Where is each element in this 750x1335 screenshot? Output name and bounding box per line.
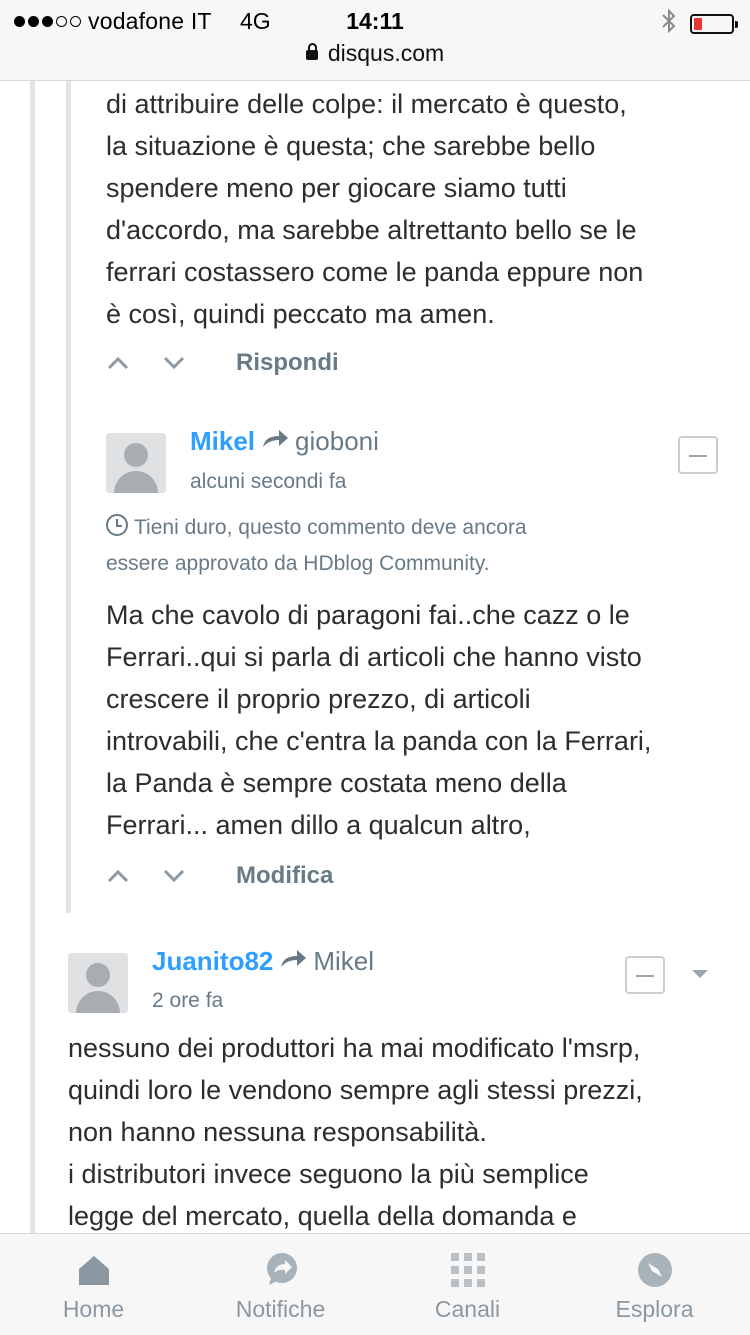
downvote-button[interactable] xyxy=(152,348,196,378)
tab-notifications[interactable]: Notifiche xyxy=(187,1234,374,1335)
upvote-button[interactable] xyxy=(96,348,140,378)
status-row: vodafone IT 4G 14:11 xyxy=(0,6,750,36)
tab-label: Canali xyxy=(434,1296,501,1322)
battery-level xyxy=(694,18,702,30)
tab-label: Home xyxy=(62,1296,125,1322)
compass-icon xyxy=(637,1252,673,1288)
tab-bar: Home Notifiche Canali Esplora xyxy=(0,1233,750,1335)
comment-author-juanito: Juanito82 Mikel xyxy=(152,946,374,977)
reply-link[interactable]: Rispondi xyxy=(236,349,339,377)
tab-explore[interactable]: Esplora xyxy=(561,1234,748,1335)
tab-label: Esplora xyxy=(615,1296,694,1322)
tab-channels[interactable]: Canali xyxy=(374,1234,561,1335)
collapse-button[interactable] xyxy=(625,956,665,994)
comment-text-mikel: Ma che cavolo di paragoni fai..che cazz … xyxy=(106,600,652,840)
comment-menu-chevron-down-icon[interactable] xyxy=(692,970,708,978)
comment-time[interactable]: alcuni secondi fa xyxy=(190,470,346,494)
edit-link[interactable]: Modifica xyxy=(236,862,333,890)
comment-actions-prev: Rispondi xyxy=(96,348,339,378)
comment-actions-mikel: Modifica xyxy=(96,861,333,891)
clock-icon xyxy=(106,514,128,536)
url-text: disqus.com xyxy=(327,40,445,66)
channels-grid-icon xyxy=(450,1252,486,1288)
status-bar: vodafone IT 4G 14:11 disqus.com xyxy=(0,0,750,81)
status-time: 14:11 xyxy=(346,8,404,34)
bluetooth-icon xyxy=(660,8,678,40)
tab-home[interactable]: Home xyxy=(0,1234,187,1335)
home-icon xyxy=(76,1252,112,1288)
comment-author-mikel: Mikel gioboni xyxy=(190,426,379,457)
pending-approval-notice: Tieni duro, questo commento deve ancora … xyxy=(106,514,527,575)
notifications-icon xyxy=(263,1252,299,1288)
thread-line-inner xyxy=(66,80,71,913)
avatar[interactable] xyxy=(68,953,128,1013)
author-name[interactable]: Juanito82 xyxy=(152,946,273,977)
collapse-button[interactable] xyxy=(678,436,718,474)
thread-line-outer xyxy=(30,80,35,1233)
reply-arrow-icon xyxy=(261,427,289,456)
lock-icon xyxy=(305,43,318,60)
reply-to-name[interactable]: Mikel xyxy=(313,946,374,977)
url-bar[interactable]: disqus.com xyxy=(0,40,750,67)
battery-icon xyxy=(690,14,738,34)
reply-arrow-icon xyxy=(279,947,307,976)
avatar[interactable] xyxy=(106,433,166,493)
reply-to-name[interactable]: gioboni xyxy=(295,426,379,457)
upvote-button[interactable] xyxy=(96,861,140,891)
comment-text-prev: di attribuire delle colpe: il mercato è … xyxy=(106,89,644,329)
comment-text-juanito: nessuno dei produttori ha mai modificato… xyxy=(68,1033,643,1231)
author-name[interactable]: Mikel xyxy=(190,426,255,457)
comment-time[interactable]: 2 ore fa xyxy=(152,989,223,1013)
downvote-button[interactable] xyxy=(152,861,196,891)
tab-label: Notifiche xyxy=(235,1296,326,1322)
